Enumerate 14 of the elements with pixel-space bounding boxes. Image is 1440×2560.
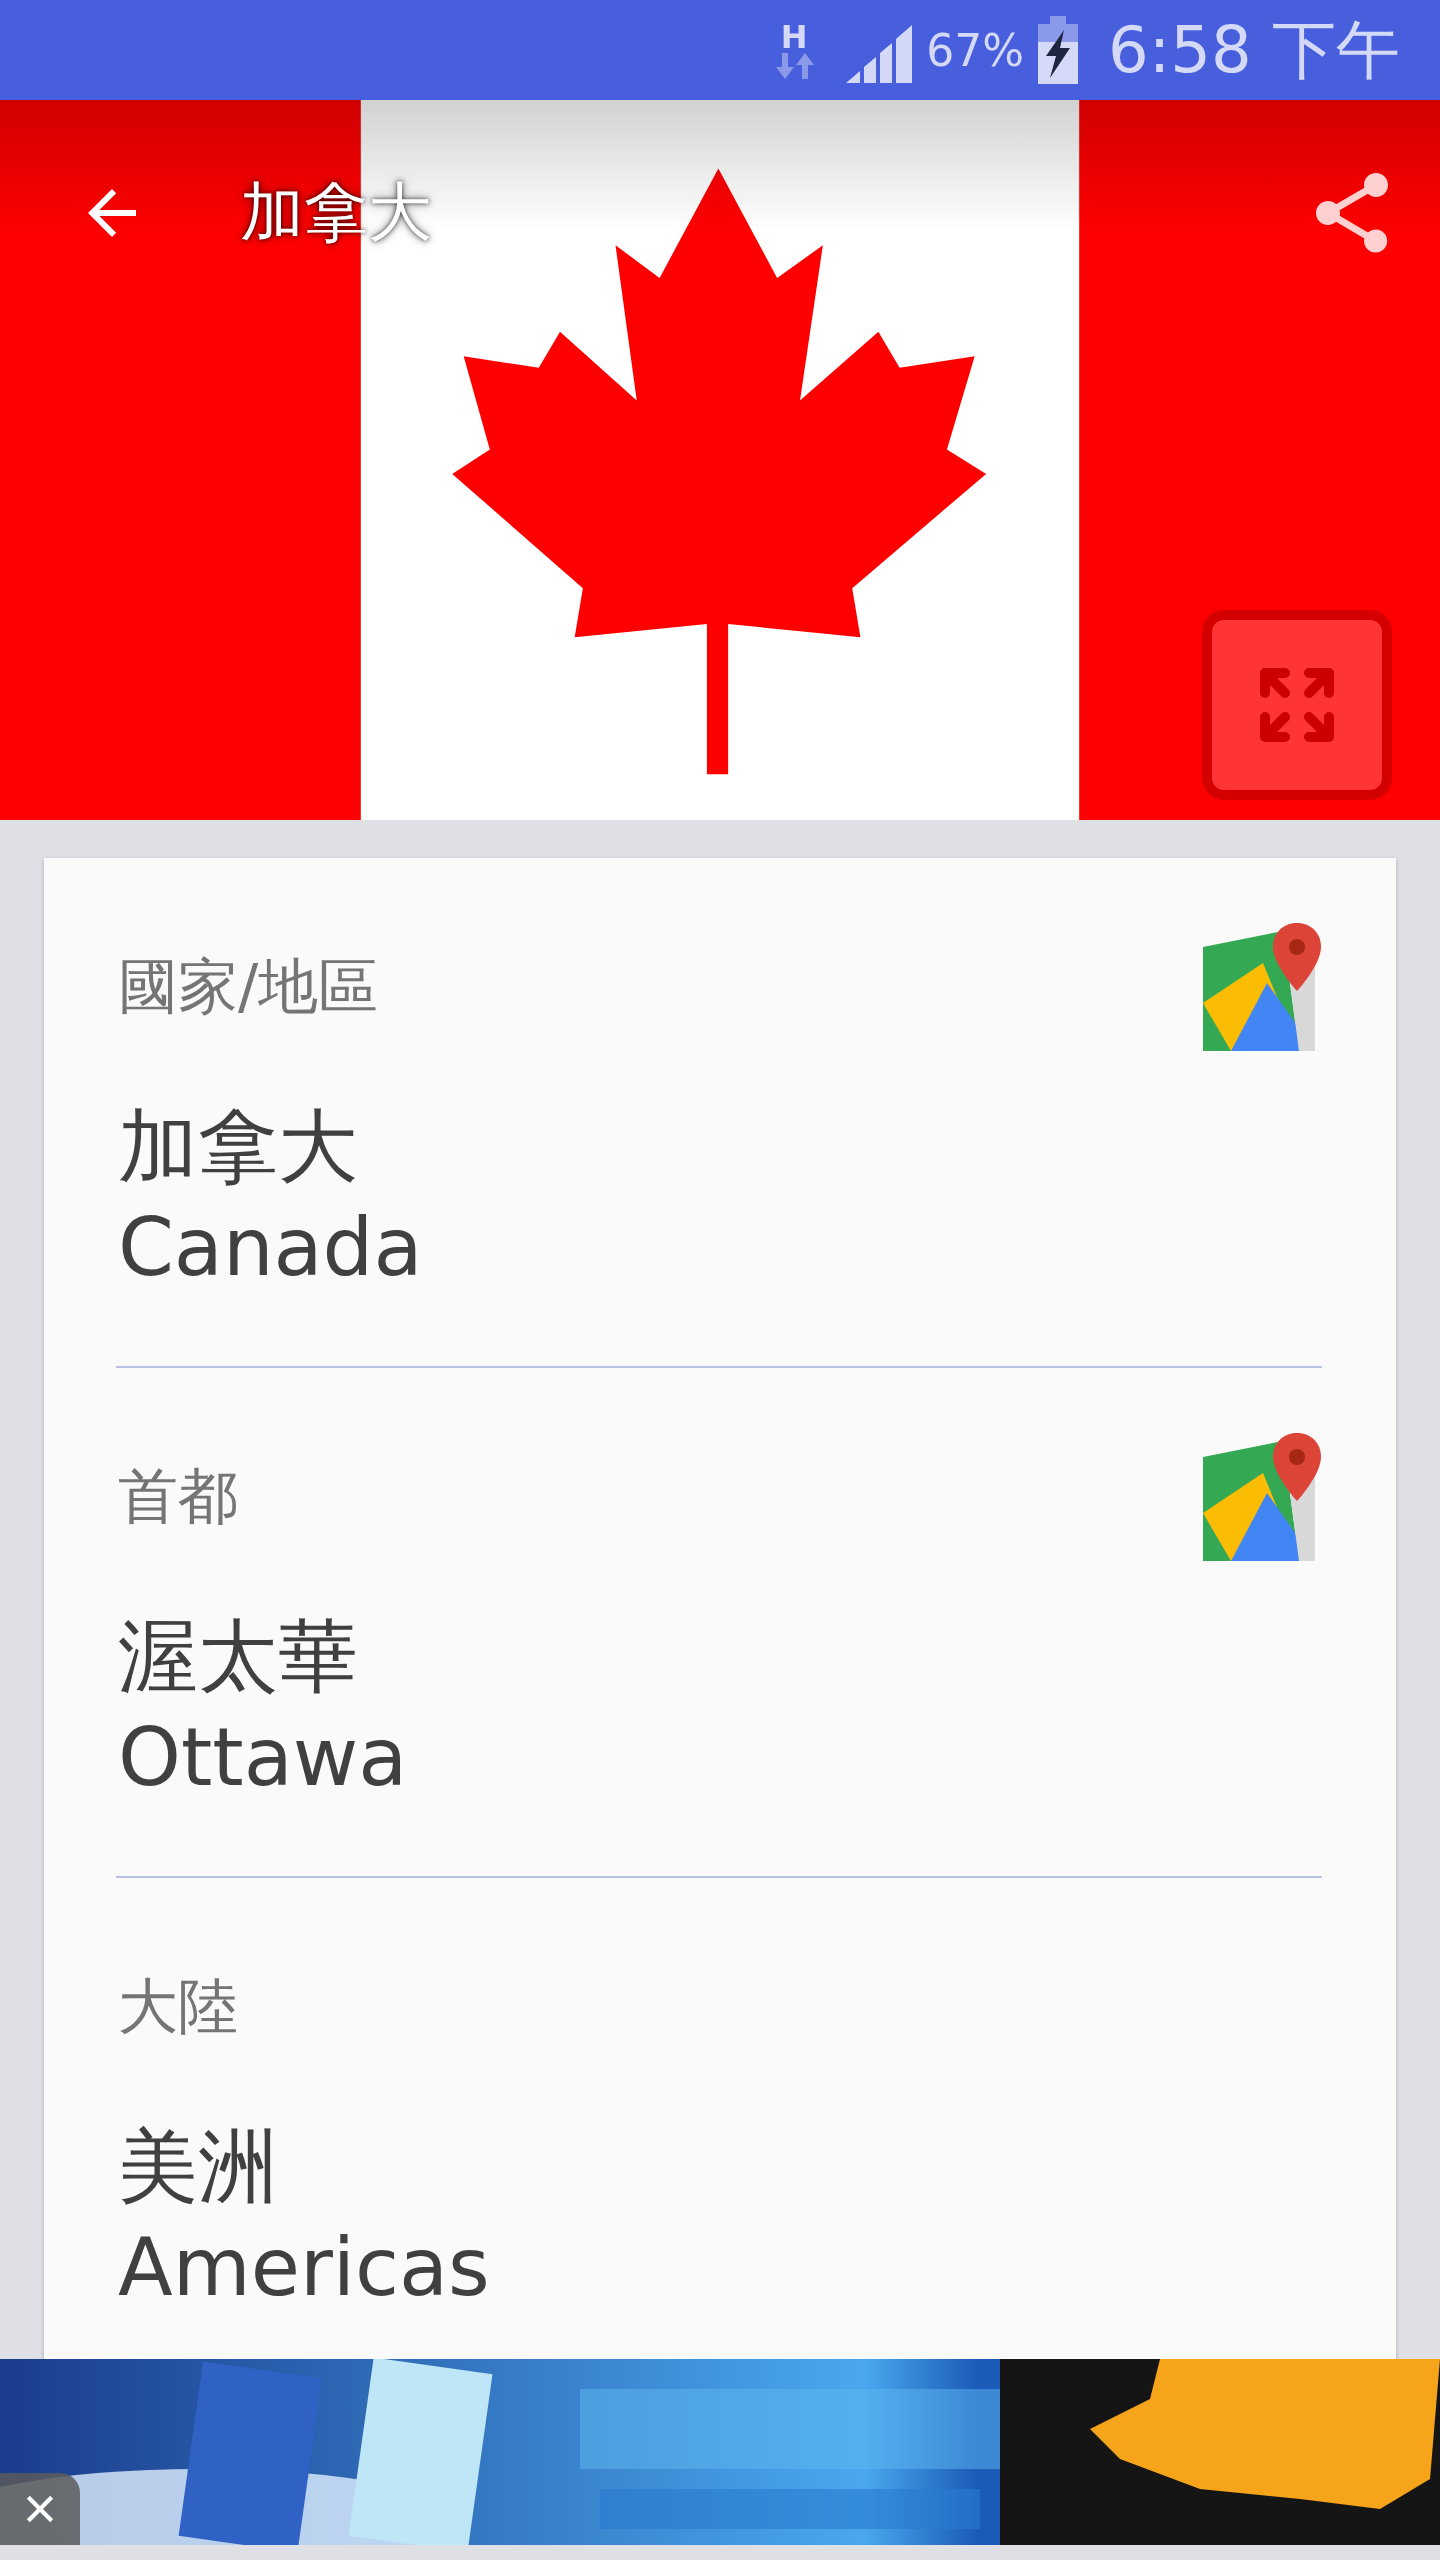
field-label: 首都 [118,1459,238,1533]
clock-time: 6:58 下午 [1107,11,1400,89]
battery-percent: 67% [926,24,1024,76]
field-label: 大陸 [118,1969,238,2043]
close-button[interactable] [0,2473,80,2545]
field-label: 國家/地區 [118,949,379,1023]
battery-charging-icon [1037,16,1078,84]
field-value: 加拿大 Canada [118,1099,424,1296]
map-pin-icon[interactable] [1203,1433,1323,1561]
network-type: H [780,21,808,53]
map-pin-icon[interactable] [1203,923,1323,1051]
field-value: 美洲 Americas [118,2119,491,2316]
field-value: 渥太華 Ottawa [118,1609,409,1806]
data-arrows-icon [774,53,815,79]
